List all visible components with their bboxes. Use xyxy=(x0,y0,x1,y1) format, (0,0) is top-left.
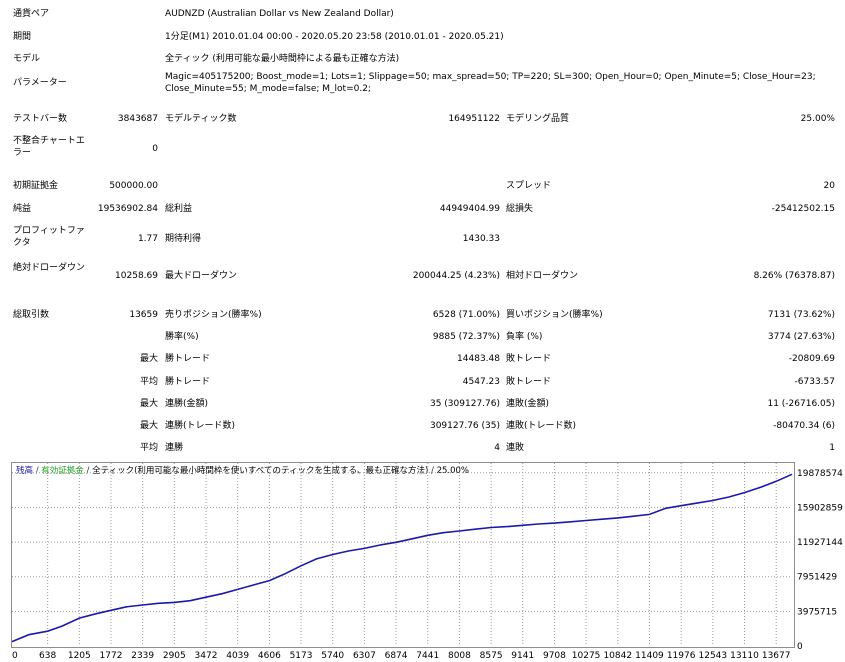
x-tick-label: 5173 xyxy=(290,651,313,661)
x-tick-label: 13677 xyxy=(762,651,791,661)
y-tick-label: 15902859 xyxy=(797,503,843,513)
x-tick-label: 13110 xyxy=(730,651,759,661)
x-tick-label: 638 xyxy=(39,651,56,661)
x-tick-label: 4039 xyxy=(226,651,249,661)
y-tick-label: 0 xyxy=(797,642,803,652)
x-tick-label: 11976 xyxy=(667,651,696,661)
x-tick-label: 6874 xyxy=(385,651,408,661)
x-tick-label: 10842 xyxy=(603,651,632,661)
x-tick-label: 1205 xyxy=(68,651,91,661)
x-tick-label: 7441 xyxy=(416,651,439,661)
x-tick-label: 10275 xyxy=(572,651,601,661)
x-tick-label: 9141 xyxy=(511,651,534,661)
x-tick-label: 5740 xyxy=(321,651,344,661)
x-tick-label: 3472 xyxy=(195,651,218,661)
x-tick-label: 6307 xyxy=(353,651,376,661)
balance-line xyxy=(11,473,793,643)
x-tick-label: 8008 xyxy=(448,651,471,661)
y-tick-label: 19878574 xyxy=(797,469,843,479)
x-tick-label: 2905 xyxy=(163,651,186,661)
x-tick-label: 0 xyxy=(12,651,18,661)
y-tick-label: 3975715 xyxy=(797,607,837,617)
y-tick-label: 11927144 xyxy=(797,538,843,548)
x-tick-label: 1772 xyxy=(100,651,123,661)
chart-svg: 0 3975715 7951429 11927144 15902859 19878574 0… xyxy=(11,463,843,661)
x-tick-label: 4606 xyxy=(258,651,281,661)
x-tick-label: 8575 xyxy=(480,651,503,661)
y-tick-label: 7951429 xyxy=(797,573,837,583)
x-tick-label: 11409 xyxy=(635,651,664,661)
x-tick-label: 9708 xyxy=(543,651,566,661)
x-tick-label: 12543 xyxy=(699,651,728,661)
x-tick-label: 2339 xyxy=(131,651,154,661)
